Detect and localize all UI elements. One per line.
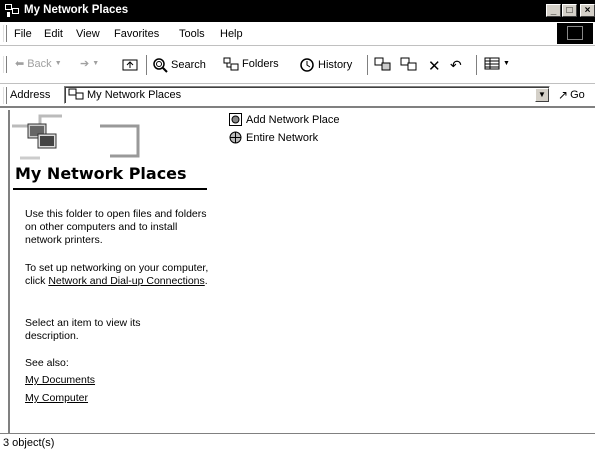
toolbar-grip[interactable] — [3, 56, 7, 73]
network-dialup-link[interactable]: Network and Dial-up Connections — [48, 275, 204, 287]
dropdown-arrow-icon: ▼ — [54, 60, 62, 67]
history-button[interactable]: History — [299, 57, 352, 73]
copy-to-button[interactable] — [400, 57, 418, 71]
history-icon — [300, 58, 314, 72]
network-banner-graphic — [12, 114, 140, 160]
my-documents-link[interactable]: My Documents — [25, 374, 95, 387]
address-dropdown-button[interactable]: ▼ — [535, 88, 549, 102]
up-folder-button[interactable] — [122, 57, 138, 71]
menu-edit[interactable]: Edit — [44, 28, 63, 40]
search-icon — [153, 58, 168, 73]
add-network-place-label: Add Network Place — [246, 113, 340, 126]
history-label: History — [318, 59, 353, 71]
network-places-icon — [5, 4, 19, 17]
folders-button[interactable]: Folders — [223, 57, 279, 71]
back-arrow-icon: ⬅ — [15, 58, 25, 70]
title-bar[interactable]: My Network Places _ □ × — [0, 0, 595, 22]
back-label: Back — [27, 57, 52, 70]
search-button[interactable]: Search — [152, 57, 206, 73]
go-button[interactable]: ↗ Go — [558, 88, 585, 102]
menu-favorites[interactable]: Favorites — [114, 28, 159, 40]
undo-button[interactable]: ↶ — [450, 57, 462, 74]
address-value: My Network Places — [87, 89, 182, 101]
status-bar: 3 object(s) — [0, 433, 595, 453]
delete-button[interactable]: ✕ — [428, 57, 441, 75]
globe-network-icon — [229, 131, 242, 144]
delete-x-icon: ✕ — [428, 58, 441, 75]
toolbar: ⬅ Back ▼ ➔ ▼ Search Folders History ✕ ↶ … — [0, 46, 595, 84]
views-grid-icon — [484, 57, 500, 70]
title-underline — [13, 188, 207, 190]
setup-paragraph: To set up networking on your computer, c… — [25, 262, 210, 288]
folder-view: My Network Places Use this folder to ope… — [8, 110, 593, 433]
forward-arrow-icon: ➔ — [80, 58, 90, 70]
search-label: Search — [171, 59, 206, 71]
description-paragraph: Use this folder to open files and folder… — [25, 208, 207, 246]
folders-label: Folders — [242, 58, 279, 70]
toolbar-separator — [146, 55, 149, 75]
window-title: My Network Places — [24, 4, 129, 16]
views-button[interactable]: ▼ — [484, 57, 510, 70]
setup-period: . — [204, 275, 208, 287]
address-bar: Address My Network Places ▼ ↗ Go — [0, 84, 595, 108]
add-network-place-icon — [229, 113, 242, 126]
select-item-paragraph: Select an item to view its description. — [25, 317, 141, 342]
menu-tools[interactable]: Tools — [179, 28, 205, 40]
undo-icon: ↶ — [450, 57, 462, 73]
resize-grip[interactable] — [583, 434, 595, 452]
dropdown-arrow-icon: ▼ — [503, 60, 510, 67]
menu-bar: File Edit View Favorites Tools Help — [0, 22, 595, 46]
go-arrow-icon: ↗ — [558, 88, 569, 102]
entire-network-item[interactable]: Entire Network — [229, 131, 318, 144]
my-computer-link[interactable]: My Computer — [25, 392, 88, 405]
add-network-place-item[interactable]: Add Network Place — [229, 113, 340, 126]
back-button[interactable]: ⬅ Back ▼ — [15, 57, 62, 71]
windows-logo-throbber — [557, 23, 593, 44]
web-view-info-pane: My Network Places Use this folder to ope… — [10, 110, 210, 433]
menu-file[interactable]: File — [14, 28, 32, 40]
close-button[interactable]: × — [580, 4, 595, 17]
network-places-icon — [68, 88, 84, 100]
see-also-label: See also: — [25, 357, 69, 369]
menu-view[interactable]: View — [76, 28, 100, 40]
maximize-button[interactable]: □ — [562, 4, 577, 17]
toolbar-separator — [476, 55, 479, 75]
folders-icon — [223, 57, 239, 71]
address-label: Address — [10, 89, 51, 101]
status-object-count: 3 object(s) — [3, 437, 55, 449]
move-to-icon — [374, 57, 391, 71]
address-grip[interactable] — [3, 87, 7, 104]
entire-network-label: Entire Network — [246, 131, 319, 144]
forward-button[interactable]: ➔ ▼ — [80, 57, 99, 70]
go-label: Go — [570, 89, 585, 101]
address-input[interactable]: My Network Places — [64, 86, 550, 104]
dropdown-arrow-icon: ▼ — [92, 60, 100, 67]
page-title: My Network Places — [15, 164, 187, 183]
copy-to-icon — [400, 57, 417, 71]
menu-grip[interactable] — [3, 25, 7, 42]
toolbar-separator — [367, 55, 370, 75]
up-folder-icon — [122, 59, 138, 71]
menu-help[interactable]: Help — [220, 28, 243, 40]
minimize-button[interactable]: _ — [546, 4, 561, 17]
move-to-button[interactable] — [374, 57, 392, 71]
